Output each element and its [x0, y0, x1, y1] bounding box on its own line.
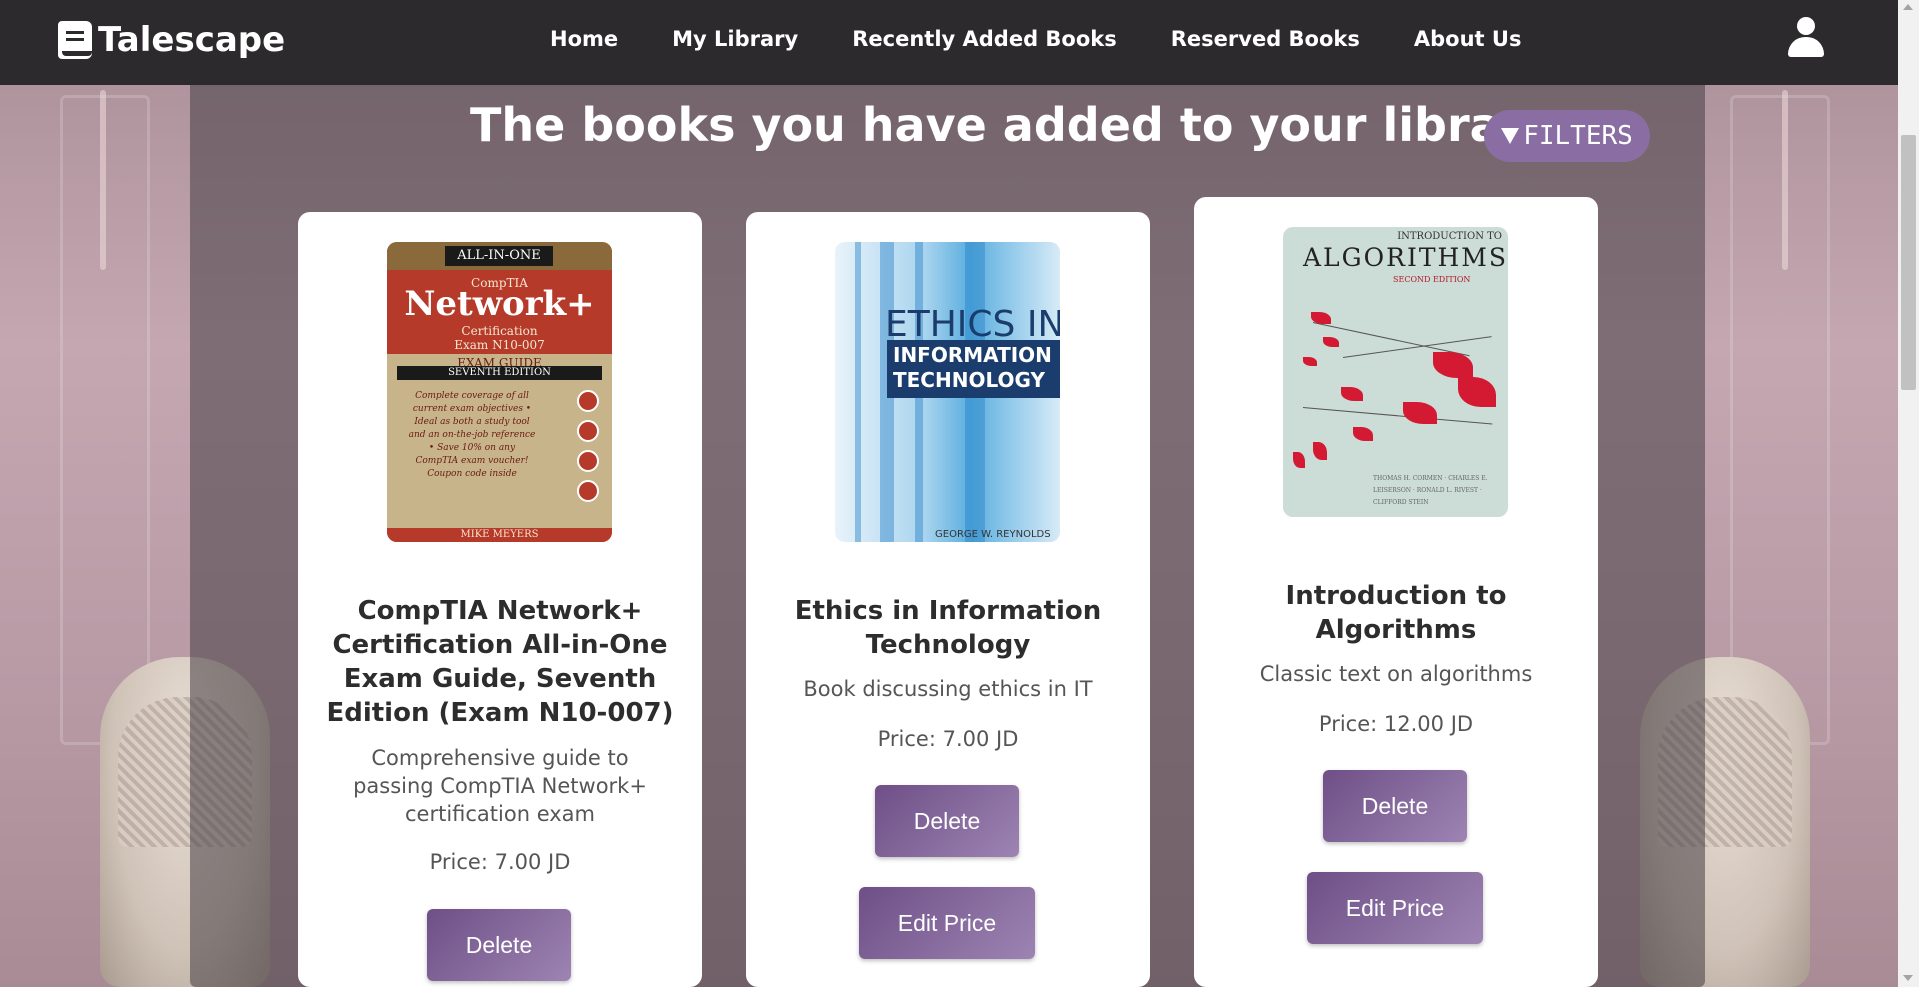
book-description: Classic text on algorithms — [1259, 662, 1533, 686]
page-scrollbar[interactable] — [1898, 0, 1919, 987]
book-price: Price: 7.00 JD — [877, 727, 1019, 751]
nav-my-library[interactable]: My Library — [672, 27, 798, 51]
scroll-down-arrow-icon[interactable] — [1903, 975, 1913, 981]
brand-name: Talescape — [98, 20, 286, 60]
brand-logo[interactable]: Talescape — [58, 20, 285, 60]
wall-panel-right — [1730, 95, 1830, 745]
cover-badge — [577, 390, 599, 412]
filters-button[interactable]: FILTERS — [1484, 110, 1650, 162]
nav-links: Home My Library Recently Added Books Res… — [550, 27, 1521, 51]
vine-decoration — [100, 90, 106, 270]
cover-it-box: INFORMATION TECHNOLOGY — [887, 340, 1060, 398]
book-price: Price: 12.00 JD — [1318, 712, 1474, 736]
nav-recently-added-books[interactable]: Recently Added Books — [852, 27, 1117, 51]
edit-price-button[interactable]: Edit Price — [859, 887, 1035, 959]
book-icon — [58, 21, 92, 59]
filters-label: FILTERS — [1523, 121, 1633, 151]
nav-home[interactable]: Home — [550, 27, 618, 51]
edit-price-button[interactable]: Edit Price — [1307, 872, 1483, 944]
scroll-thumb[interactable] — [1901, 135, 1916, 390]
cover-author: MIKE MEYERS — [387, 528, 612, 542]
cover-line1: ETHICS IN — [885, 304, 1060, 345]
cover-edition: SEVENTH EDITION — [397, 366, 602, 380]
book-title: CompTIA Network+ Certification All-in-On… — [326, 596, 674, 728]
cover-line2: INFORMATION — [893, 343, 1052, 367]
cover-intro: INTRODUCTION TO — [1397, 231, 1502, 242]
delete-button[interactable]: Delete — [1323, 770, 1467, 842]
top-navbar: Talescape Home My Library Recently Added… — [0, 0, 1898, 85]
cover-author: GEORGE W. REYNOLDS — [935, 529, 1051, 540]
nav-about-us[interactable]: About Us — [1414, 27, 1522, 51]
cover-badge — [577, 450, 599, 472]
page-title: The books you have added to your library — [470, 98, 1554, 152]
book-title: Ethics in Information Technology — [794, 596, 1102, 660]
nav-reserved-books[interactable]: Reserved Books — [1171, 27, 1360, 51]
book-description: Book discussing ethics in IT — [803, 677, 1093, 701]
delete-button[interactable]: Delete — [875, 785, 1019, 857]
book-cover-image: INTRODUCTION TO ALGORITHMS SECOND EDITIO… — [1283, 227, 1508, 517]
cover-authors: THOMAS H. CORMEN · CHARLES E. LEISERSON … — [1373, 475, 1488, 506]
delete-button[interactable]: Delete — [427, 909, 571, 981]
book-price: Price: 7.00 JD — [429, 850, 571, 874]
cover-subtitle: Certification Exam N10-007 — [454, 324, 545, 352]
cover-headline: Network+ — [404, 284, 595, 324]
cover-headline: ALGORITHMS — [1303, 243, 1508, 272]
book-card: ALL-IN-ONE CompTIA Network+ Certificatio… — [298, 212, 702, 987]
user-profile-icon[interactable] — [1788, 17, 1824, 57]
book-cover-image: ALL-IN-ONE CompTIA Network+ Certificatio… — [387, 242, 612, 542]
book-cover-image: ETHICS IN INFORMATION TECHNOLOGY GEORGE … — [835, 242, 1060, 542]
cover-edition: SECOND EDITION — [1393, 275, 1471, 284]
cover-line3: TECHNOLOGY — [893, 368, 1045, 392]
scroll-up-arrow-icon[interactable] — [1903, 4, 1913, 10]
vine-decoration — [1782, 90, 1788, 270]
cover-badge — [577, 420, 599, 442]
book-card: INTRODUCTION TO ALGORITHMS SECOND EDITIO… — [1194, 197, 1598, 987]
filter-funnel-icon — [1501, 128, 1520, 144]
cover-blurb: Complete coverage of all current exam ob… — [408, 391, 536, 479]
cover-badge — [577, 480, 599, 502]
book-card: ETHICS IN INFORMATION TECHNOLOGY GEORGE … — [746, 212, 1150, 987]
cover-series: ALL-IN-ONE — [445, 246, 553, 266]
book-description: Comprehensive guide to passing CompTIA N… — [353, 746, 647, 826]
book-title: Introduction to Algorithms — [1285, 581, 1507, 645]
